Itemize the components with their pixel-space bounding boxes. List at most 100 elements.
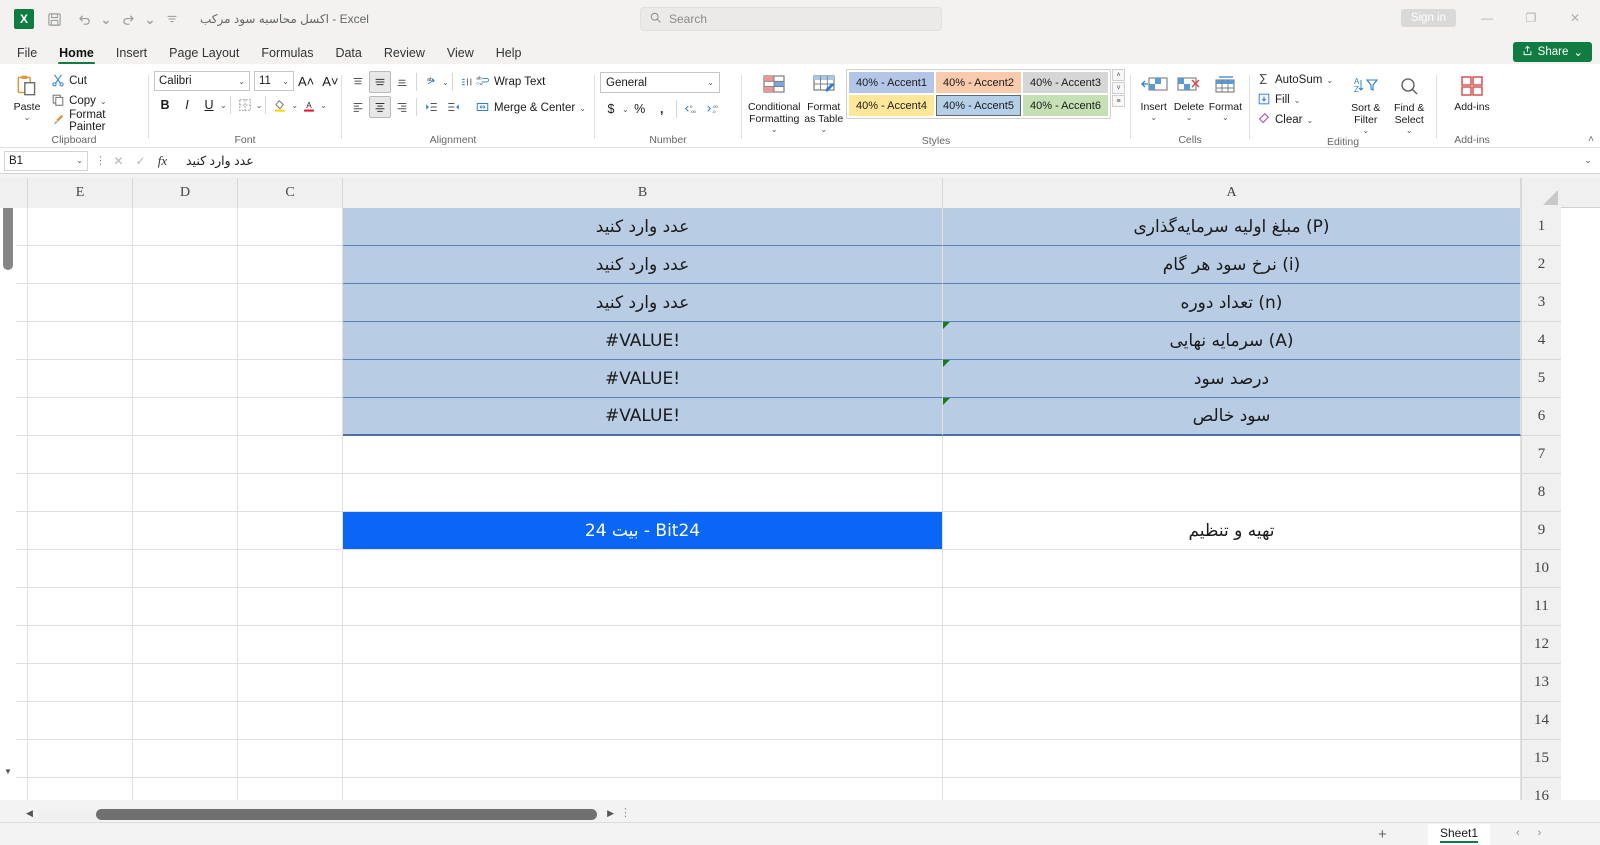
cell-A14[interactable] xyxy=(943,702,1521,740)
name-box[interactable]: B1 ⌄ xyxy=(4,150,88,171)
row-header-2[interactable]: 2 xyxy=(1521,246,1561,284)
column-header-D[interactable]: D xyxy=(133,178,238,208)
minimize-button[interactable]: — xyxy=(1466,4,1508,32)
fill-button[interactable]: Fill ⌄ xyxy=(1255,90,1344,110)
row-header-15[interactable]: 15 xyxy=(1521,740,1561,778)
italic-button[interactable]: I xyxy=(176,94,198,116)
format-as-table-button[interactable]: Format as Table ⌄ xyxy=(801,69,846,134)
horizontal-scrollbar[interactable]: ◀ ▶ xyxy=(24,808,614,821)
cell-partial-7[interactable] xyxy=(16,436,28,474)
decrease-indent-icon-2[interactable] xyxy=(442,96,464,118)
borders-icon[interactable] xyxy=(234,94,256,116)
cell-D7[interactable] xyxy=(133,436,238,474)
paste-button[interactable]: Paste ⌄ xyxy=(5,69,49,122)
share-button[interactable]: Share ⌄ xyxy=(1512,42,1592,62)
column-header-B[interactable]: B xyxy=(343,178,943,208)
cell-A3[interactable]: تعداد دوره (n) xyxy=(943,284,1521,322)
horizontal-scroll-thumb[interactable] xyxy=(96,809,597,820)
tab-formulas[interactable]: Formulas xyxy=(250,44,324,64)
cell-C4[interactable] xyxy=(238,322,343,360)
cell-styles-gallery[interactable]: 40% - Accent1 40% - Accent2 40% - Accent… xyxy=(846,69,1111,119)
merge-center-caret-icon[interactable]: ⌄ xyxy=(579,104,586,113)
restore-button[interactable]: ❐ xyxy=(1510,4,1552,32)
clear-caret-icon[interactable]: ⌄ xyxy=(1306,116,1313,125)
redo-icon[interactable] xyxy=(114,6,142,32)
tab-split-handle[interactable]: ⋮ xyxy=(620,806,631,819)
cell-C5[interactable] xyxy=(238,360,343,398)
sign-in-button[interactable]: Sign in xyxy=(1400,9,1456,27)
cell-partial-4[interactable] xyxy=(16,322,28,360)
autosum-button[interactable]: AutoSum ⌄ xyxy=(1255,70,1344,90)
cell-C10[interactable] xyxy=(238,550,343,588)
paste-caret-icon[interactable]: ⌄ xyxy=(24,113,31,122)
cell-E8[interactable] xyxy=(28,474,133,512)
styles-expand-icon[interactable]: ≡ xyxy=(1112,95,1125,107)
cell-D14[interactable] xyxy=(133,702,238,740)
underline-button[interactable]: U xyxy=(198,94,220,116)
row-header-6[interactable]: 6 xyxy=(1521,398,1561,436)
row-header-8[interactable]: 8 xyxy=(1521,474,1561,512)
fill-caret-icon[interactable]: ⌄ xyxy=(1294,96,1301,105)
cell-B10[interactable] xyxy=(343,550,943,588)
increase-decimal-icon[interactable]: 0.00 xyxy=(680,98,702,120)
bold-button[interactable]: B xyxy=(154,94,176,116)
cell-E15[interactable] xyxy=(28,740,133,778)
cell-C7[interactable] xyxy=(238,436,343,474)
column-header-E[interactable]: E xyxy=(28,178,133,208)
cell-E9[interactable] xyxy=(28,512,133,550)
cell-C14[interactable] xyxy=(238,702,343,740)
underline-caret-icon[interactable]: ⌄ xyxy=(220,101,227,110)
conditional-formatting-caret-icon[interactable]: ⌄ xyxy=(771,125,778,134)
cell-style-accent3[interactable]: 40% - Accent3 xyxy=(1023,72,1108,93)
delete-cells-button[interactable]: Delete ⌄ xyxy=(1171,69,1206,122)
cell-A6[interactable]: سود خالص xyxy=(943,398,1521,436)
insert-cells-button[interactable]: Insert ⌄ xyxy=(1136,69,1171,122)
cell-partial-6[interactable] xyxy=(16,398,28,436)
cell-E14[interactable] xyxy=(28,702,133,740)
find-select-caret-icon[interactable]: ⌄ xyxy=(1406,126,1413,135)
cell-partial-1[interactable] xyxy=(16,208,28,246)
cell-A5[interactable]: درصد سود xyxy=(943,360,1521,398)
cell-E3[interactable] xyxy=(28,284,133,322)
comma-format-button[interactable]: , xyxy=(651,98,673,120)
merge-center-button[interactable]: Merge & Center ⌄ xyxy=(473,98,588,118)
cell-D5[interactable] xyxy=(133,360,238,398)
cell-partial-8[interactable] xyxy=(16,474,28,512)
cell-style-accent1[interactable]: 40% - Accent1 xyxy=(849,72,934,93)
redo-dropdown-icon[interactable]: ⌄ xyxy=(144,6,156,32)
cell-B14[interactable] xyxy=(343,702,943,740)
autosum-caret-icon[interactable]: ⌄ xyxy=(1326,76,1333,85)
column-header-C[interactable]: C xyxy=(238,178,343,208)
cell-B7[interactable] xyxy=(343,436,943,474)
font-color-icon[interactable]: A xyxy=(298,94,320,116)
cell-style-accent6[interactable]: 40% - Accent6 xyxy=(1023,95,1108,116)
tab-view[interactable]: View xyxy=(436,44,485,64)
cell-A12[interactable] xyxy=(943,626,1521,664)
tab-page-layout[interactable]: Page Layout xyxy=(158,44,250,64)
styles-scroll-down-icon[interactable]: ˅ xyxy=(1112,82,1125,94)
cell-C2[interactable] xyxy=(238,246,343,284)
font-name-select[interactable]: Calibri ⌄ xyxy=(154,71,250,91)
cell-style-accent4[interactable]: 40% - Accent4 xyxy=(849,95,934,116)
cell-C15[interactable] xyxy=(238,740,343,778)
sheet-next-icon[interactable]: › xyxy=(1538,827,1542,839)
formula-input[interactable]: عدد وارد کنید xyxy=(179,150,1577,171)
increase-indent-icon[interactable] xyxy=(420,96,442,118)
format-cells-button[interactable]: Format ⌄ xyxy=(1207,69,1244,122)
cell-E13[interactable] xyxy=(28,664,133,702)
sort-filter-button[interactable]: AZ Sort & Filter ⌄ xyxy=(1344,70,1388,135)
row-header-3[interactable]: 3 xyxy=(1521,284,1561,322)
cell-D13[interactable] xyxy=(133,664,238,702)
cell-partial-3[interactable] xyxy=(16,284,28,322)
tab-review[interactable]: Review xyxy=(373,44,436,64)
row-header-7[interactable]: 7 xyxy=(1521,436,1561,474)
cell-style-accent5[interactable]: 40% - Accent5 xyxy=(936,95,1021,116)
cell-E11[interactable] xyxy=(28,588,133,626)
row-header-11[interactable]: 11 xyxy=(1521,588,1561,626)
cell-A7[interactable] xyxy=(943,436,1521,474)
cell-B12[interactable] xyxy=(343,626,943,664)
find-select-button[interactable]: Find & Select ⌄ xyxy=(1387,70,1431,135)
cell-partial-5[interactable] xyxy=(16,360,28,398)
cell-D8[interactable] xyxy=(133,474,238,512)
decrease-decimal-icon[interactable]: .00.0 xyxy=(702,98,724,120)
